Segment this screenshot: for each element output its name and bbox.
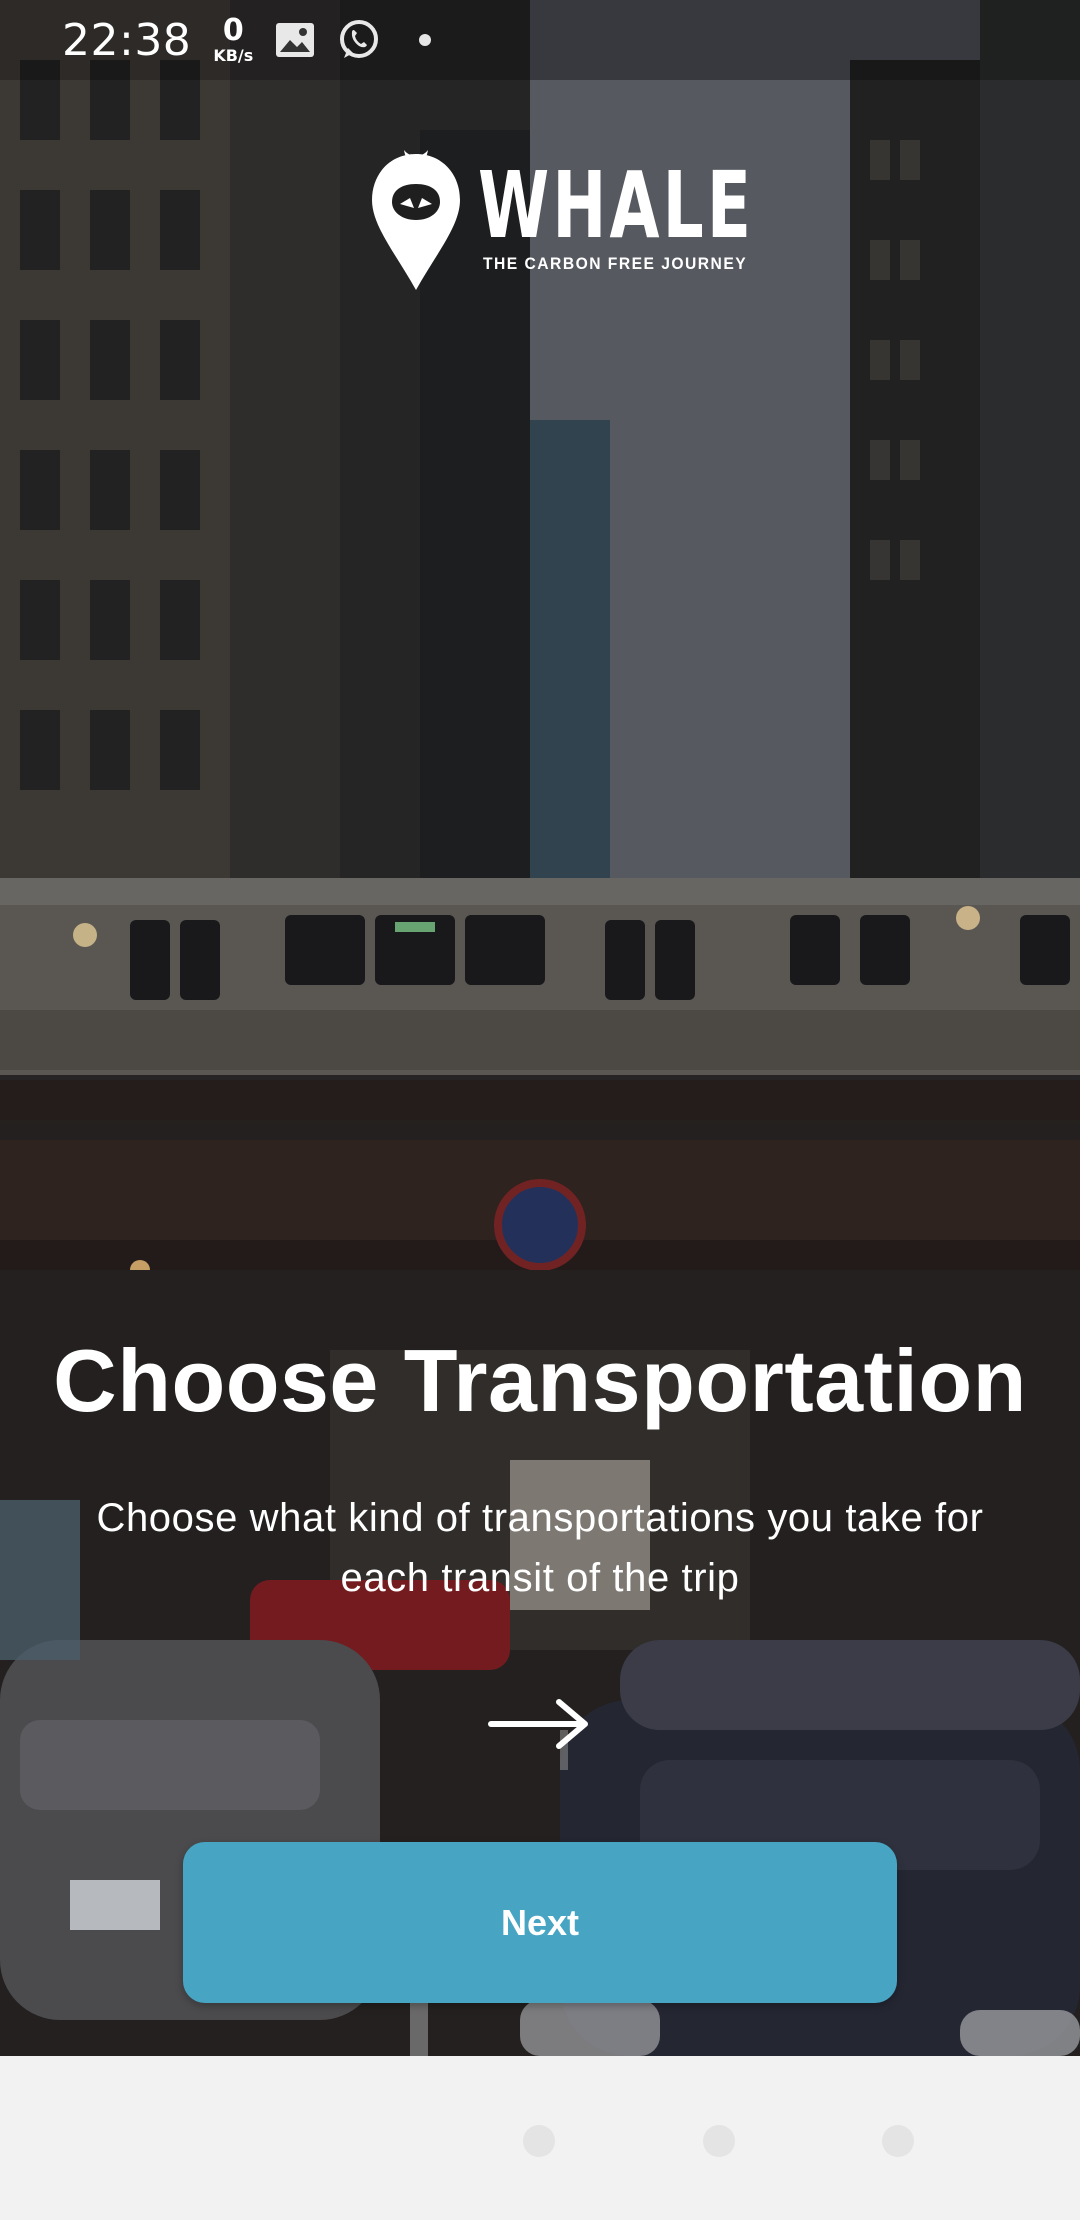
brand-name: WHALE (478, 152, 755, 259)
onboarding-description: Choose what kind of transportations you … (96, 1496, 984, 1600)
network-speed-unit: KB/s (213, 46, 254, 65)
onboarding-screen: 22:38 0 KB/s WHALE THE CARBON FREE JOURN… (0, 0, 1080, 2220)
network-speed: 0 KB/s (213, 16, 253, 64)
whale-logo: WHALE THE CARBON FREE JOURNEY (370, 150, 751, 295)
gallery-icon (275, 22, 315, 58)
brand-tagline: THE CARBON FREE JOURNEY (483, 254, 748, 273)
status-time: 22:38 (62, 14, 192, 66)
onboarding-title: Choose Transportation (53, 1331, 1027, 1430)
network-speed-value: 0 (222, 13, 244, 48)
page-indicator-dot-2[interactable] (703, 2125, 735, 2157)
arrow-right-icon[interactable] (487, 1696, 593, 1752)
page-indicator-dot-1[interactable] (523, 2125, 555, 2157)
notification-dot (419, 34, 432, 46)
whatsapp-icon (337, 18, 381, 62)
page-indicator-dot-3[interactable] (882, 2125, 914, 2157)
next-button[interactable]: Next (183, 1842, 897, 2003)
status-bar: 22:38 0 KB/s (0, 0, 1080, 80)
whale-logo-icon (372, 150, 460, 290)
